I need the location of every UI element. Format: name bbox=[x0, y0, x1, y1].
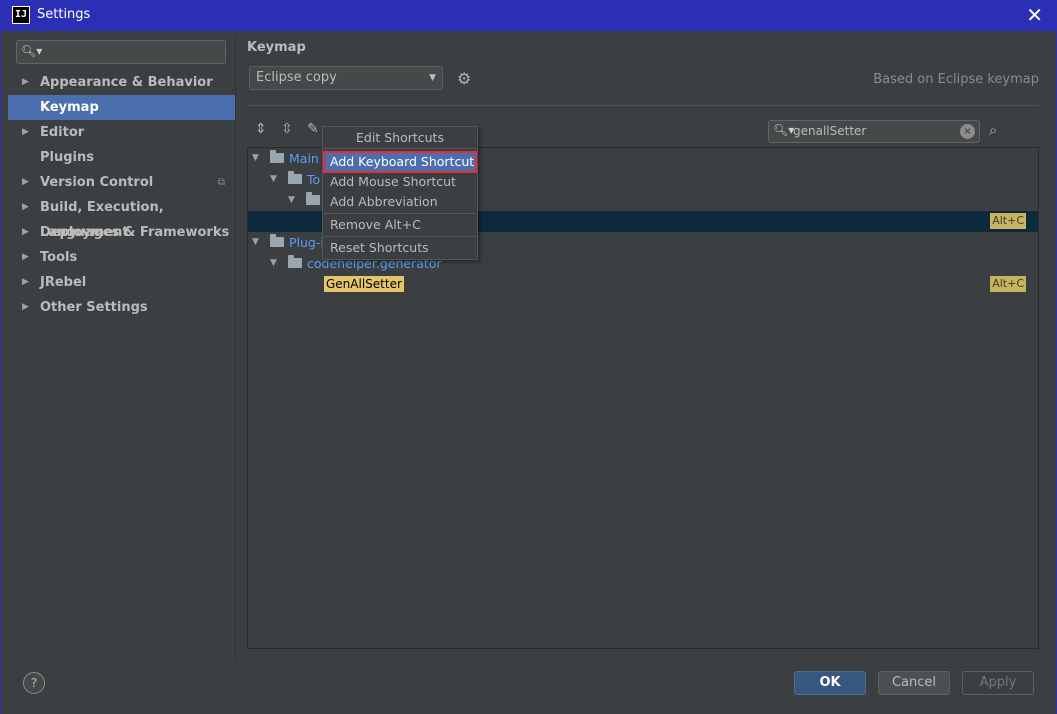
menu-separator bbox=[324, 236, 476, 237]
sidebar-item-build-execution-deployment[interactable]: ▶ Build, Execution, Deployment bbox=[8, 195, 235, 240]
shortcut-badge: Alt+C bbox=[990, 213, 1026, 229]
expand-arrow-icon[interactable]: ▶ bbox=[22, 70, 29, 95]
settings-sidebar: 🔍︎▾ ▶ Appearance & Behavior Keymap ▶ Edi… bbox=[8, 33, 235, 660]
copy-icon: ⧉ bbox=[217, 177, 225, 188]
expand-arrow-icon[interactable]: ▼ bbox=[252, 148, 259, 169]
search-icon: 🔍︎▾ bbox=[773, 123, 795, 137]
folder-icon bbox=[270, 150, 284, 163]
sidebar-item-label: JRebel bbox=[40, 275, 87, 290]
tree-row-label: Main bbox=[289, 151, 319, 166]
menu-separator bbox=[324, 148, 476, 149]
sidebar-item-other-settings[interactable]: ▶ Other Settings bbox=[8, 295, 235, 320]
menu-item-add-keyboard-shortcut[interactable]: Add Keyboard Shortcut bbox=[323, 151, 477, 173]
settings-tree: ▶ Appearance & Behavior Keymap ▶ Editor … bbox=[8, 70, 235, 320]
expand-arrow-icon[interactable]: ▶ bbox=[22, 270, 29, 295]
keymap-select[interactable]: Eclipse copy ▼ bbox=[249, 66, 443, 90]
sidebar-item-plugins[interactable]: Plugins bbox=[8, 145, 235, 170]
title-bar: IJ Settings ✕ bbox=[0, 0, 1057, 31]
intellij-app-icon: IJ bbox=[12, 6, 30, 24]
sidebar-item-label: Editor bbox=[40, 125, 85, 140]
folder-icon bbox=[288, 171, 302, 184]
sidebar-item-label: Plugins bbox=[40, 150, 94, 165]
menu-separator bbox=[324, 213, 476, 214]
edit-shortcuts-menu: Edit Shortcuts Add Keyboard Shortcut Add… bbox=[322, 126, 478, 260]
expand-arrow-icon[interactable]: ▶ bbox=[22, 245, 29, 270]
expand-arrow-icon[interactable]: ▼ bbox=[270, 169, 277, 190]
search-match-label: GenAllSetter bbox=[324, 276, 404, 292]
expand-arrow-icon[interactable]: ▼ bbox=[270, 253, 277, 274]
sidebar-item-editor[interactable]: ▶ Editor bbox=[8, 120, 235, 145]
sidebar-item-appearance-behavior[interactable]: ▶ Appearance & Behavior bbox=[8, 70, 235, 95]
expand-arrow-icon[interactable]: ▶ bbox=[22, 220, 29, 245]
ok-button[interactable]: OK bbox=[794, 671, 866, 695]
folder-icon bbox=[270, 234, 284, 247]
close-icon[interactable]: ✕ bbox=[1026, 3, 1043, 27]
keymap-search-input[interactable]: 🔍︎▾ genallSetter × bbox=[768, 120, 980, 143]
menu-item-add-mouse-shortcut[interactable]: Add Mouse Shortcut bbox=[324, 172, 476, 192]
sidebar-item-tools[interactable]: ▶ Tools bbox=[8, 245, 235, 270]
sidebar-item-keymap[interactable]: Keymap bbox=[8, 95, 235, 120]
expand-arrow-icon[interactable]: ▶ bbox=[22, 120, 29, 145]
expand-arrow-icon[interactable]: ▶ bbox=[22, 295, 29, 320]
edit-pencil-icon[interactable]: ✎ bbox=[307, 121, 319, 137]
sidebar-item-label: Other Settings bbox=[40, 300, 148, 315]
divider bbox=[247, 105, 1039, 106]
clear-search-icon[interactable]: × bbox=[960, 124, 975, 139]
expand-arrow-icon[interactable]: ▶ bbox=[22, 195, 29, 220]
search-icon: 🔍︎▾ bbox=[21, 44, 43, 58]
sidebar-item-label: Version Control bbox=[40, 175, 154, 190]
based-on-label: Based on Eclipse keymap bbox=[873, 72, 1039, 87]
expand-arrow-icon[interactable]: ▶ bbox=[22, 170, 29, 195]
chevron-down-icon: ▼ bbox=[429, 73, 436, 83]
collapse-all-icon[interactable]: ⇳ bbox=[281, 121, 293, 137]
expand-arrow-icon[interactable]: ▼ bbox=[252, 232, 259, 253]
gear-icon[interactable]: ⚙ bbox=[457, 69, 471, 88]
tree-row-label: Plug-i bbox=[289, 235, 324, 250]
sidebar-item-label: Appearance & Behavior bbox=[40, 75, 213, 90]
menu-item-reset-shortcuts[interactable]: Reset Shortcuts bbox=[324, 238, 476, 258]
expand-arrow-icon[interactable]: ▼ bbox=[288, 190, 295, 211]
tree-row-label: To bbox=[307, 172, 321, 187]
page-title: Keymap bbox=[247, 40, 306, 55]
keymap-search-value: genallSetter bbox=[793, 124, 867, 138]
expand-all-icon[interactable]: ⇕ bbox=[255, 121, 267, 137]
tree-row-genallsetter[interactable]: GenAllSetter Alt+C bbox=[248, 274, 1038, 295]
folder-icon bbox=[306, 192, 320, 205]
menu-item-remove-shortcut[interactable]: Remove Alt+C bbox=[324, 215, 476, 235]
sidebar-item-languages-frameworks[interactable]: ▶ Languages & Frameworks bbox=[8, 220, 235, 245]
menu-title: Edit Shortcuts bbox=[356, 130, 444, 145]
sidebar-item-label: Tools bbox=[40, 250, 78, 265]
cancel-button[interactable]: Cancel bbox=[878, 671, 950, 695]
shortcut-badge: Alt+C bbox=[990, 276, 1026, 292]
sidebar-search-input[interactable]: 🔍︎▾ bbox=[16, 40, 226, 64]
sidebar-item-version-control[interactable]: ▶ Version Control ⧉ bbox=[8, 170, 235, 195]
sidebar-item-label: Keymap bbox=[40, 100, 99, 115]
folder-icon bbox=[288, 255, 302, 268]
help-button[interactable]: ? bbox=[23, 672, 45, 694]
window-title: Settings bbox=[37, 7, 91, 22]
menu-item-add-abbreviation[interactable]: Add Abbreviation bbox=[324, 192, 476, 212]
sidebar-item-label: Languages & Frameworks bbox=[40, 225, 230, 240]
dialog-footer: ? OK Cancel Apply bbox=[8, 660, 1049, 708]
keymap-select-value: Eclipse copy bbox=[256, 70, 337, 85]
apply-button[interactable]: Apply bbox=[962, 671, 1034, 695]
find-by-shortcut-icon[interactable]: ⌕ bbox=[989, 121, 997, 139]
sidebar-item-jrebel[interactable]: ▶ JRebel bbox=[8, 270, 235, 295]
